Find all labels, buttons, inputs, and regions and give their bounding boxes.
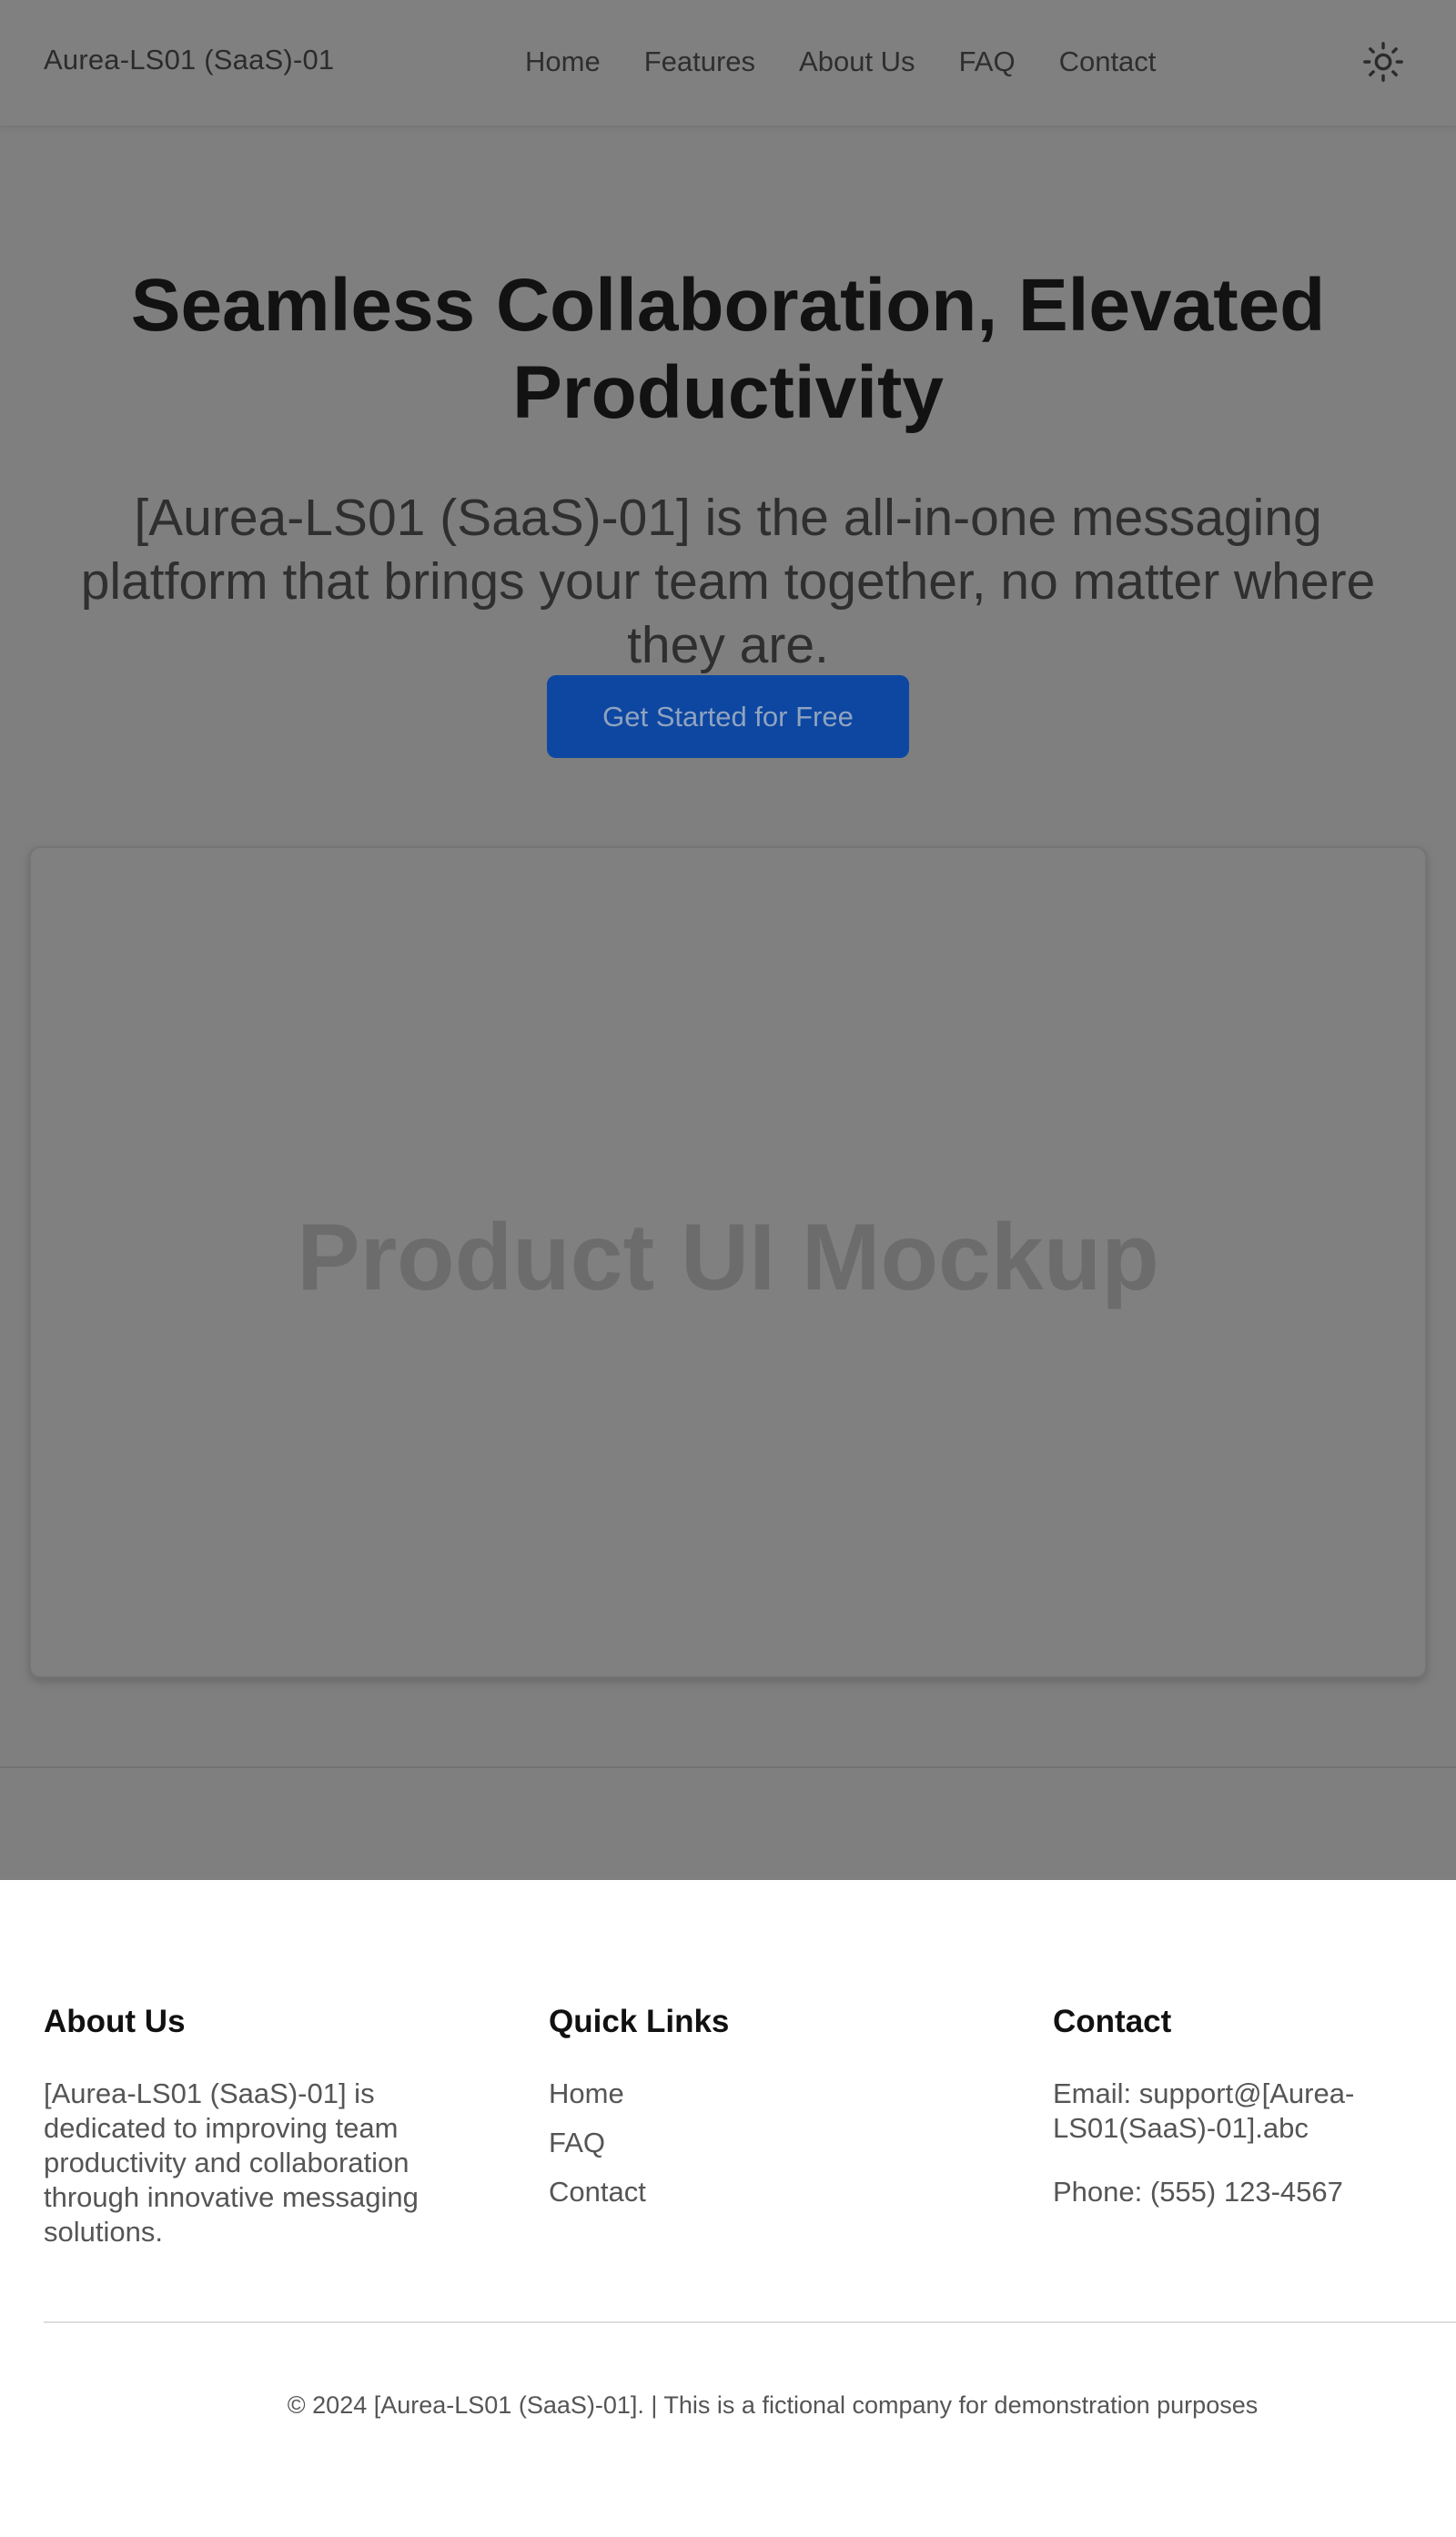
page: Aurea-LS01 (SaaS)-01 Home Features About… [0, 0, 1456, 2537]
footer-link-contact[interactable]: Contact [549, 2175, 967, 2209]
nav-link-faq[interactable]: FAQ [959, 45, 1016, 78]
copyright-text: © 2024 [Aurea-LS01 (SaaS)-01]. | This is… [287, 2391, 1259, 2419]
nav-link-home[interactable]: Home [525, 45, 601, 78]
footer-about-text: [Aurea-LS01 (SaaS)-01] is dedicated to i… [44, 2077, 419, 2248]
footer-about-column: About Us [Aurea-LS01 (SaaS)-01] is dedic… [44, 2002, 462, 2249]
footer-divider [44, 2321, 1456, 2323]
brand-logo-text[interactable]: Aurea-LS01 (SaaS)-01 [44, 44, 334, 76]
product-mockup: Product UI Mockup [29, 846, 1427, 1678]
footer-link-home[interactable]: Home [549, 2077, 967, 2111]
page-overlay: Aurea-LS01 (SaaS)-01 Home Features About… [0, 0, 1456, 1880]
contact-email: Email: support@[Aurea-LS01(SaaS)-01].abc [1053, 2077, 1355, 2144]
nav-links: Home Features About Us FAQ Contact [525, 45, 1156, 78]
hero-title: Seamless Collaboration, Elevated Product… [130, 264, 1326, 434]
footer-contact-column: Contact Email: support@[Aurea-LS01(SaaS)… [1053, 2002, 1435, 2209]
section-divider [0, 1766, 1456, 1768]
contact-phone: Phone: (555) 123-4567 [1053, 2176, 1343, 2208]
footer-contact-heading: Contact [1053, 2004, 1172, 2039]
get-started-button[interactable]: Get Started for Free [547, 675, 909, 758]
footer-about-heading: About Us [44, 2004, 186, 2039]
nav-link-about-us[interactable]: About Us [799, 45, 915, 78]
nav-link-features[interactable]: Features [644, 45, 755, 78]
navbar: Aurea-LS01 (SaaS)-01 Home Features About… [0, 0, 1456, 127]
theme-toggle-button[interactable] [1360, 40, 1407, 84]
footer-quick-links-column: Quick Links Home FAQ Contact [549, 2002, 967, 2224]
nav-link-contact[interactable]: Contact [1059, 45, 1157, 78]
footer-quick-links-heading: Quick Links [549, 2004, 730, 2039]
sun-icon [1363, 42, 1403, 82]
hero-subtitle: [Aurea-LS01 (SaaS)-01] is the all-in-one… [80, 489, 1376, 674]
mockup-label: Product UI Mockup [297, 1204, 1159, 1310]
footer-link-faq[interactable]: FAQ [549, 2126, 967, 2160]
